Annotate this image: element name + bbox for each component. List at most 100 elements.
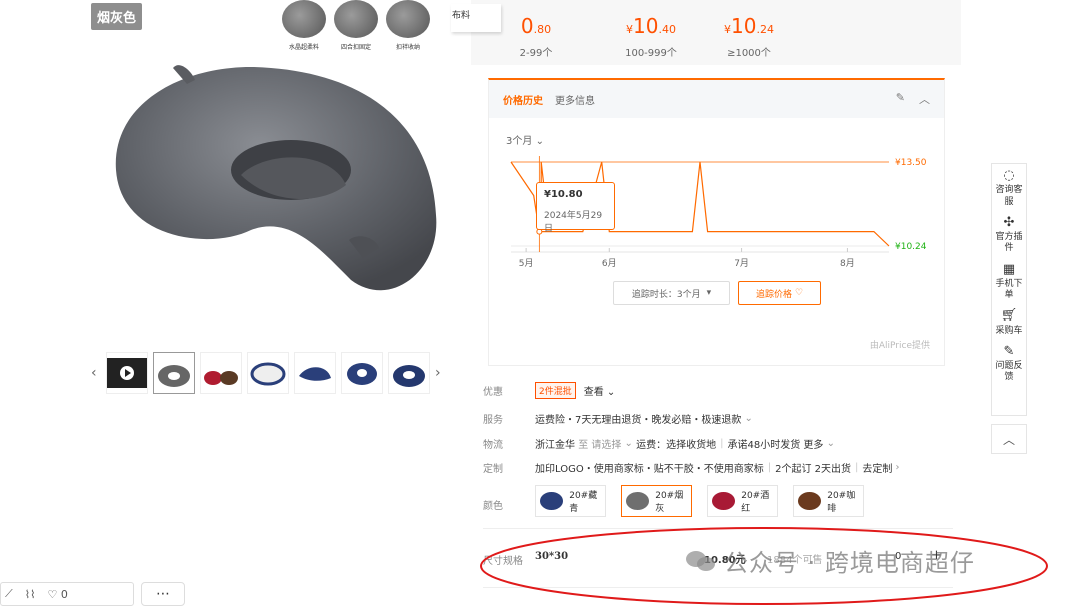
- swatch-name: 20#酒红: [741, 491, 770, 514]
- color-swatches: 20#藏青 20#烟灰 20#酒红 20#咖啡: [535, 485, 864, 517]
- service-value[interactable]: 运费险・7天无理由退货・晚发必赔・极速退款: [535, 411, 741, 426]
- logistics-destination-select[interactable]: 至 请选择: [578, 436, 621, 451]
- swatch-name: 20#藏青: [569, 491, 598, 514]
- feature-storage: 扣袢收纳: [386, 0, 430, 51]
- main-product-image[interactable]: [91, 0, 451, 340]
- chevron-up-icon: ︿: [1002, 432, 1015, 447]
- x-tick-label: 7月: [734, 258, 749, 269]
- tier-price-main: 10: [633, 14, 659, 38]
- discount-view-link[interactable]: 查看 ⌄: [584, 383, 616, 398]
- feature-icons: 水晶超柔料 四合扣固定 扣袢收纳: [282, 0, 430, 51]
- chevron-right-icon[interactable]: ›: [435, 365, 445, 381]
- edit-icon[interactable]: ✎: [896, 91, 905, 107]
- sidebar-item-label: 官方插件: [995, 232, 1023, 254]
- swatch-name: 20#咖啡: [827, 491, 856, 514]
- chevron-down-icon[interactable]: ⌄: [621, 438, 636, 449]
- color-swatch[interactable]: 20#藏青: [535, 485, 606, 517]
- color-swatch[interactable]: 20#咖啡: [793, 485, 864, 517]
- sidebar-item-plugin[interactable]: ✣ 官方插件: [992, 215, 1026, 255]
- chat-bubble-icon: ◌: [1003, 168, 1015, 183]
- thumbnail[interactable]: [341, 352, 383, 394]
- sidebar-item-cart[interactable]: 🛒︎ 采购车: [992, 308, 1026, 337]
- sidebar-item-consult[interactable]: ◌ 咨询客服: [992, 168, 1026, 208]
- pillow-thumb-icon: [299, 367, 331, 381]
- thumbnail-video[interactable]: [106, 352, 148, 394]
- pillow-thumb-icon: [347, 363, 377, 385]
- logistics-label: 物流: [483, 440, 503, 451]
- chevron-right-icon[interactable]: ›: [892, 462, 900, 473]
- thumbnail[interactable]: [153, 352, 195, 394]
- logistics-origin: 浙江金华: [535, 440, 575, 451]
- edit-icon: ✎: [1003, 343, 1015, 359]
- tier-qty: ≥1000个: [727, 48, 771, 59]
- color-swatch-selected[interactable]: 20#烟灰: [621, 485, 692, 517]
- chevron-down-icon[interactable]: ⌄: [823, 438, 835, 449]
- favorite-count: 0: [60, 587, 68, 601]
- chat-icon[interactable]: ⋯: [141, 582, 185, 606]
- x-tick-label: 5月: [519, 258, 534, 269]
- thumbnail[interactable]: [388, 352, 430, 394]
- tab-more-info[interactable]: 更多信息: [555, 92, 595, 107]
- sidebar-item-feedback[interactable]: ✎ 问题反馈: [992, 344, 1026, 384]
- custom-options: 加印LOGO・使用商家标・贴不干胶・不使用商家标: [535, 464, 764, 475]
- trend-icon[interactable]: ⟋: [5, 587, 13, 601]
- custom-row: 定制 加印LOGO・使用商家标・贴不干胶・不使用商家标 | 2个起订 2天出货 …: [483, 460, 900, 475]
- favorite-button[interactable]: ♡ 0: [47, 588, 67, 601]
- neck-pillow-image: [115, 65, 437, 291]
- custom-min-order: 2个起订 2天出货: [775, 464, 851, 475]
- feature-label: 四合扣固定: [340, 44, 371, 51]
- sidebar-item-label: 手机下单: [995, 278, 1023, 300]
- panel-tools: ✎ ︿: [896, 91, 930, 107]
- custom-go-link[interactable]: 去定制: [862, 460, 892, 475]
- thumbnail[interactable]: [294, 352, 336, 394]
- snap-icon: [334, 0, 378, 38]
- swatch-color: [540, 492, 564, 510]
- tab-price-history[interactable]: 价格历史: [503, 92, 543, 107]
- chevron-left-icon[interactable]: ‹: [91, 365, 101, 381]
- track-duration-label: 追踪时长：3个月: [631, 289, 701, 300]
- discount-label: 优惠: [483, 387, 503, 398]
- pillow-thumb-icon: [393, 365, 425, 387]
- pillow-thumb-icon: [250, 362, 286, 386]
- max-price-label: ¥13.50: [895, 158, 927, 168]
- color-tag: 烟灰色: [91, 3, 143, 30]
- sidebar-item-mobile-order[interactable]: ▦ 手机下单: [992, 262, 1026, 302]
- track-price-button[interactable]: 追踪价格 ♡: [738, 281, 821, 305]
- logistics-promise[interactable]: 承诺48小时发货 更多: [728, 436, 824, 451]
- tier-price-decimal: .80: [533, 23, 552, 36]
- feature-fabric: 水晶超柔料: [282, 0, 326, 51]
- color-swatch[interactable]: 20#酒红: [707, 485, 778, 517]
- track-duration-select[interactable]: 追踪时长：3个月 ▾: [613, 281, 730, 305]
- tier-price-main: 0: [520, 14, 534, 38]
- service-label: 服务: [483, 415, 503, 426]
- track-price-label: 追踪价格: [755, 289, 792, 300]
- x-tick-label: 8月: [840, 258, 855, 269]
- caret-down-icon: ▾: [706, 288, 712, 298]
- swatch-color: [626, 492, 650, 510]
- fabric-icon: [282, 0, 326, 38]
- qr-code-icon: ▦: [1002, 261, 1016, 277]
- service-row: 服务 运费险・7天无理由退货・晚发必赔・极速退款 ⌄: [483, 411, 753, 426]
- puzzle-icon: ✣: [1003, 214, 1015, 230]
- thumbnail[interactable]: [247, 352, 289, 394]
- logistics-row: 物流 浙江金华 至 请选择 ⌄ 运费：选择收货地 | 承诺48小时发货 更多 ⌄: [483, 436, 835, 451]
- history-icon[interactable]: ⌇⌇: [25, 588, 36, 601]
- chart-tooltip: ¥10.80 2024年5月29日: [536, 182, 615, 234]
- thumbnail-strip: ‹ ›: [91, 351, 451, 395]
- discount-view-label: 查看: [583, 387, 604, 398]
- sidebar-item-label: 问题反馈: [995, 361, 1023, 383]
- track-controls: 追踪时长：3个月 ▾ 追踪价格 ♡: [613, 281, 821, 305]
- chevron-down-icon[interactable]: ⌄: [741, 413, 753, 424]
- tooltip-date: 2024年5月29日: [544, 211, 603, 234]
- watermark: 公众号 · 跨境电商超仔: [686, 543, 975, 578]
- chevron-up-icon[interactable]: ︿: [919, 91, 930, 107]
- tier-currency: ¥: [724, 23, 732, 36]
- thumbnail[interactable]: [200, 352, 242, 394]
- fabric-tooltip: 布料: [451, 4, 501, 32]
- pillow-thumb-icon: [158, 365, 190, 387]
- back-to-top-button[interactable]: ︿: [991, 424, 1027, 454]
- sidebar-item-label: 采购车: [995, 325, 1023, 336]
- mixed-batch-badge: 2件混批: [535, 382, 576, 399]
- storage-icon: [386, 0, 430, 38]
- logistics-fee: 运费：选择收货地: [636, 440, 717, 451]
